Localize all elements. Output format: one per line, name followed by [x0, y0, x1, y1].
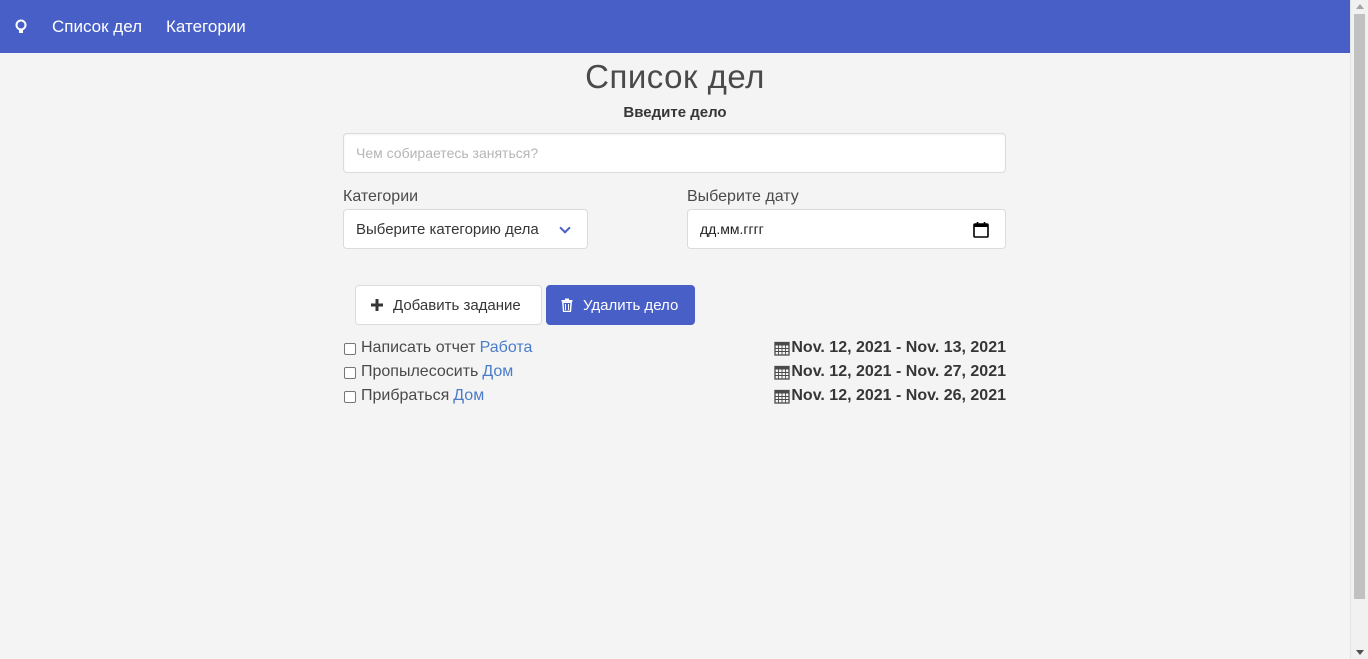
trash-icon — [560, 298, 574, 312]
todo-item: Написать отчет Работа Nov. 12, 2021 - Nov… — [343, 339, 1006, 361]
add-task-button[interactable]: Добавить задание — [355, 285, 542, 325]
todo-item: Прибраться Дом Nov. 12, 2021 - Nov. 26, 2… — [343, 387, 1006, 409]
todo-date-range: Nov. 12, 2021 - Nov. 13, 2021 — [791, 339, 1006, 356]
scroll-down-arrow-icon[interactable] — [1356, 650, 1364, 655]
category-label: Категории — [343, 188, 419, 205]
todo-dates: Nov. 12, 2021 - Nov. 26, 2021 — [774, 387, 1006, 405]
delete-task-button[interactable]: Удалить дело — [546, 285, 695, 325]
todo-text-wrap: Пропылесосить Дом — [361, 363, 513, 381]
todo-title: Пропылесосить — [361, 363, 479, 380]
todo-dates: Nov. 12, 2021 - Nov. 27, 2021 — [774, 363, 1006, 381]
lightbulb-icon[interactable] — [11, 17, 31, 37]
todo-text-wrap: Прибраться Дом — [361, 387, 484, 405]
chevron-down-icon — [559, 222, 571, 234]
date-label: Выберите дату — [687, 188, 799, 205]
todo-category-link[interactable]: Дом — [453, 387, 484, 404]
scrollbar[interactable] — [1350, 0, 1368, 659]
category-select-value: Выберите категорию дела — [356, 220, 539, 238]
todo-item: Пропылесосить Дом Nov. 12, 2021 - Nov. 27… — [343, 363, 1006, 385]
todo-title: Прибраться — [361, 387, 450, 404]
todo-checkbox[interactable] — [344, 391, 356, 403]
todo-category-link[interactable]: Дом — [482, 363, 513, 380]
todo-text-wrap: Написать отчет Работа — [361, 339, 532, 357]
date-input-value: дд.мм.гггг — [700, 221, 764, 237]
todo-checkbox[interactable] — [344, 343, 356, 355]
calendar-icon[interactable] — [972, 221, 990, 239]
scroll-thumb[interactable] — [1354, 14, 1365, 599]
category-select[interactable]: Выберите категорию дела — [343, 209, 588, 249]
todo-title: Написать отчет — [361, 339, 476, 356]
calendar-icon — [774, 364, 791, 380]
task-input[interactable] — [343, 133, 1006, 173]
plus-icon — [370, 298, 384, 312]
add-task-label: Добавить задание — [393, 296, 521, 314]
calendar-icon — [774, 388, 791, 404]
todo-dates: Nov. 12, 2021 - Nov. 13, 2021 — [774, 339, 1006, 357]
todo-category-link[interactable]: Работа — [480, 339, 533, 356]
todo-date-range: Nov. 12, 2021 - Nov. 26, 2021 — [791, 387, 1006, 404]
nav-item-categories[interactable]: Категории — [166, 17, 246, 37]
todo-date-range: Nov. 12, 2021 - Nov. 27, 2021 — [791, 363, 1006, 380]
todo-checkbox[interactable] — [344, 367, 356, 379]
page-title: Список дел — [585, 58, 765, 95]
delete-task-label: Удалить дело — [583, 296, 679, 314]
date-input[interactable]: дд.мм.гггг — [687, 209, 1006, 249]
scroll-up-arrow-icon[interactable] — [1356, 4, 1364, 9]
calendar-icon — [774, 340, 791, 356]
navbar: Список дел Категории — [0, 0, 1350, 53]
form-subtitle: Введите дело — [623, 104, 727, 121]
nav-item-todo-list[interactable]: Список дел — [52, 17, 142, 37]
